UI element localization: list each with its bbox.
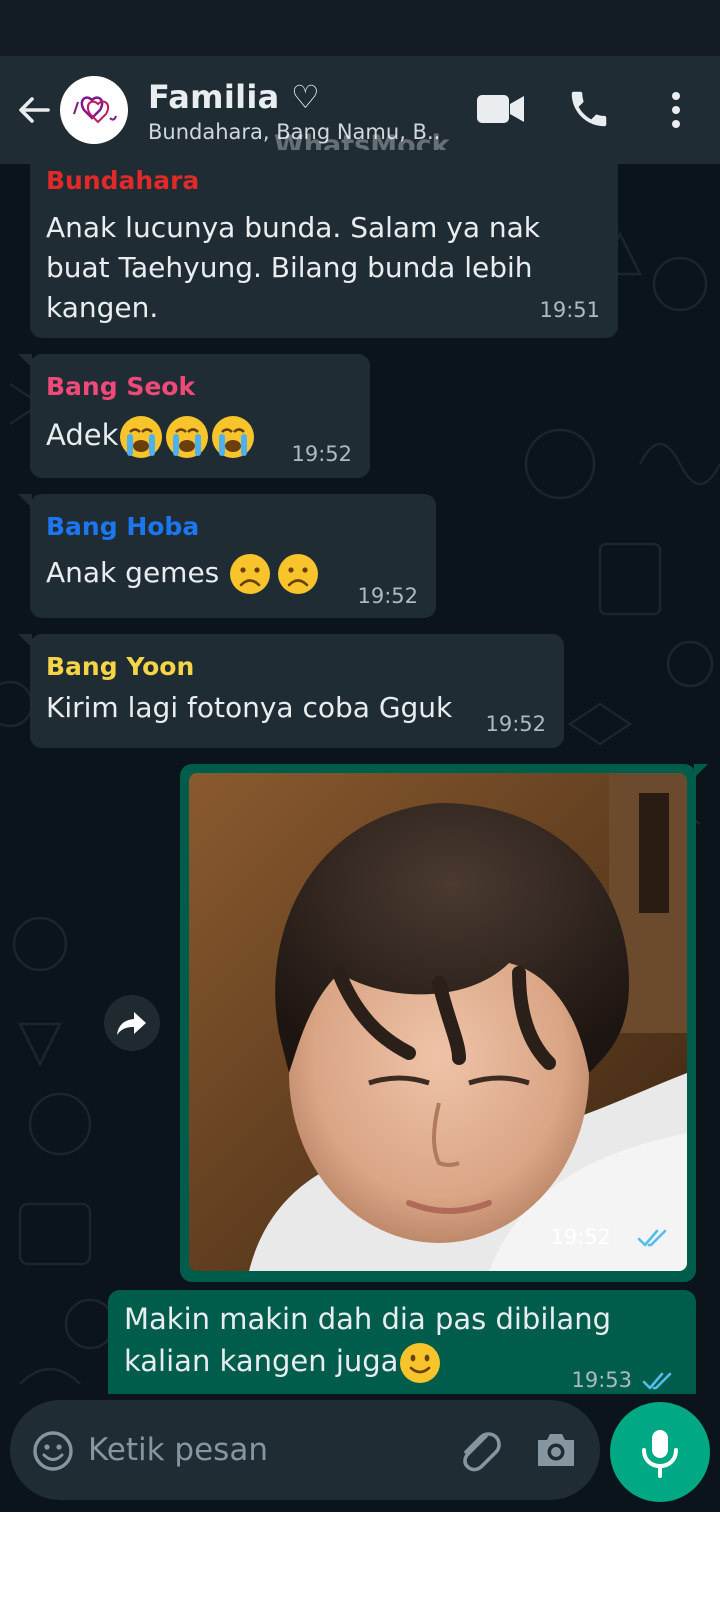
emoji-icon <box>33 1431 73 1471</box>
message-text: Makin makin dah dia pas dibilang kalian … <box>124 1298 611 1385</box>
loudly-crying-face-icon <box>120 416 163 458</box>
forward-button[interactable] <box>104 995 160 1051</box>
more-options-button[interactable] <box>660 88 692 132</box>
message-bubble-incoming[interactable]: Bundahara Anak lucunya bunda. Salam ya n… <box>30 150 618 338</box>
message-line: Makin makin dah dia pas dibilang <box>124 1302 611 1336</box>
read-receipt-icon <box>642 1372 672 1390</box>
emoji-button[interactable] <box>32 1430 74 1472</box>
shared-photo[interactable]: 19:52 <box>189 773 687 1271</box>
photo-image <box>189 773 687 1271</box>
forward-arrow-icon <box>117 1012 146 1035</box>
image-message-bubble[interactable]: 19:52 <box>180 764 708 1282</box>
message-text: Anak lucunya bunda. Salam ya nak buat Ta… <box>46 208 540 328</box>
image-time: 19:52 <box>550 1225 611 1249</box>
more-vertical-icon <box>672 92 680 128</box>
phone-icon <box>571 91 607 127</box>
chat-screen: Familia ♡ Bundahara, Bang Namu, B.. What… <box>0 0 720 1512</box>
group-logo <box>73 96 117 124</box>
bubble-tail <box>18 494 32 508</box>
camera-icon <box>538 1434 574 1466</box>
message-time: 19:52 <box>485 712 546 736</box>
message-sender: Bang Yoon <box>46 652 195 681</box>
message-time: 19:52 <box>291 442 352 466</box>
slightly-smiling-face-icon <box>400 1343 441 1383</box>
frowning-face-icon <box>278 554 319 594</box>
message-line: kangen. <box>46 291 159 324</box>
message-line-with-emoji: kalian kangen juga <box>124 1340 611 1385</box>
bubble-tail <box>694 764 708 778</box>
message-bubble-incoming[interactable]: Bang Seok Adek 19:52 <box>18 354 370 478</box>
message-sender: Bang Hoba <box>46 512 200 541</box>
video-camera-icon <box>477 95 524 123</box>
message-time: 19:51 <box>539 298 600 322</box>
group-avatar[interactable] <box>60 76 128 144</box>
message-body: Anak gemes <box>46 556 229 589</box>
message-text: Adek <box>46 414 256 460</box>
message-time: 19:53 <box>571 1368 632 1392</box>
read-receipt-icon <box>637 1229 667 1247</box>
voice-message-button[interactable] <box>610 1402 710 1502</box>
message-composer <box>10 1400 600 1500</box>
status-bar <box>0 0 720 56</box>
message-bubble-incoming[interactable]: Bang Yoon Kirim lagi fotonya coba Gguk 1… <box>18 634 564 748</box>
message-line: Anak lucunya bunda. Salam ya nak <box>46 211 541 244</box>
message-line: kalian kangen juga <box>124 1344 399 1378</box>
chat-title[interactable]: Familia ♡ <box>148 78 320 116</box>
back-button[interactable] <box>14 90 54 130</box>
video-call-button[interactable] <box>476 86 526 132</box>
bubble-tail <box>18 354 32 368</box>
message-bubble-outgoing[interactable]: Makin makin dah dia pas dibilang kalian … <box>108 1290 696 1394</box>
message-body: Adek <box>46 418 119 452</box>
message-sender: Bang Seok <box>46 372 196 401</box>
message-text: Kirim lagi fotonya coba Gguk <box>46 691 453 724</box>
loudly-crying-face-icon <box>166 416 209 458</box>
message-input[interactable] <box>88 1422 428 1478</box>
message-bubble-incoming[interactable]: Bang Hoba Anak gemes 19:52 <box>18 494 436 618</box>
attach-button[interactable] <box>456 1426 502 1474</box>
message-time: 19:52 <box>357 584 418 608</box>
bubble-tail <box>18 634 32 648</box>
paperclip-icon <box>463 1432 501 1472</box>
message-sender: Bundahara <box>46 166 200 195</box>
arrow-left-icon <box>19 97 50 123</box>
camera-button[interactable] <box>534 1430 578 1470</box>
frowning-face-icon <box>230 554 271 594</box>
message-text: Anak gemes <box>46 552 320 596</box>
voice-call-button[interactable] <box>566 86 612 132</box>
loudly-crying-face-icon <box>212 416 255 458</box>
chat-header: Familia ♡ Bundahara, Bang Namu, B.. What… <box>0 56 720 164</box>
message-line: buat Taehyung. Bilang bunda lebih <box>46 251 533 284</box>
microphone-icon <box>642 1430 678 1478</box>
